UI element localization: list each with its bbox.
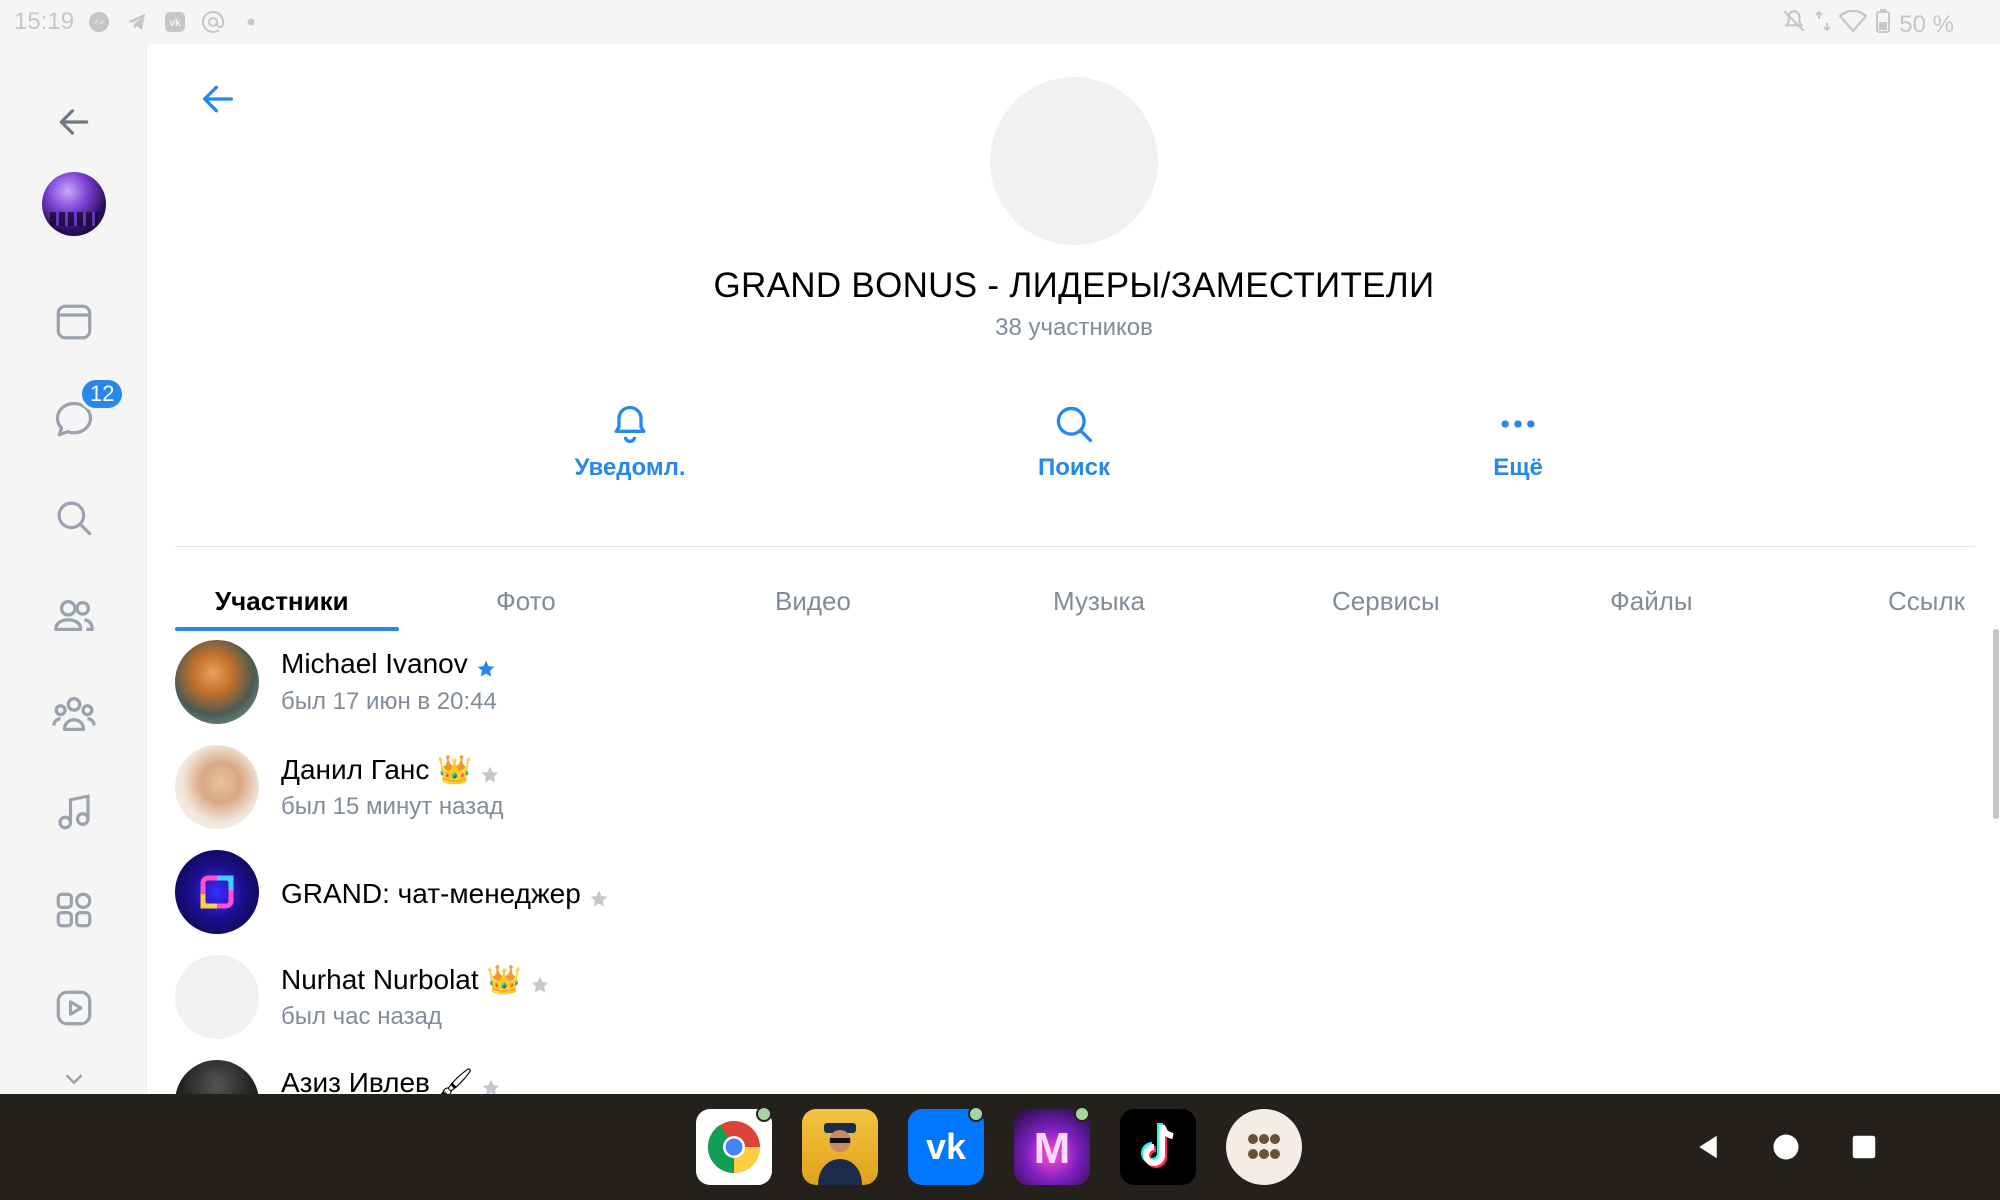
member-name-row: GRAND: чат-менеджер — [281, 878, 609, 910]
data-icon — [1815, 8, 1832, 41]
member-name-row: Данил Ганс 👑 — [281, 753, 500, 786]
avatar — [175, 745, 259, 829]
app-drawer-icon[interactable] — [1226, 1109, 1302, 1185]
feed-icon[interactable] — [48, 296, 100, 348]
at-icon — [200, 9, 226, 35]
telegram-icon — [124, 9, 150, 35]
more-icon[interactable] — [48, 1064, 100, 1094]
member-name: Michael Ivanov — [281, 648, 468, 679]
member-status: был 15 минут назад — [281, 793, 504, 820]
vk-icon: vk — [162, 9, 188, 35]
notification-dot — [1074, 1106, 1090, 1122]
sidebar: 12 — [0, 44, 147, 1094]
chat-info-panel: GRAND BONUS - ЛИДЕРЫ/ЗАМЕСТИТЕЛИ 38 учас… — [148, 44, 2000, 1094]
member-name: GRAND: чат-менеджер — [281, 878, 581, 909]
crown-emoji: 👑 — [437, 754, 473, 785]
admin-star-icon — [481, 1073, 501, 1094]
chat-member-count[interactable]: 38 участников — [148, 314, 2000, 342]
more-dots-icon — [1418, 398, 1618, 450]
video-icon[interactable] — [48, 982, 100, 1034]
member-row[interactable]: Nurhat Nurbolat 👑 был час назад — [175, 955, 1275, 1055]
tab-services[interactable]: Сервисы — [1332, 586, 1440, 617]
recents-nav-icon[interactable] — [1841, 1124, 1887, 1170]
search-button[interactable]: Поиск — [974, 398, 1174, 482]
status-right: 50 % — [1781, 8, 1954, 41]
battery-percent: 50 % — [1899, 10, 1954, 38]
member-name-row: Азиз Ивлев 🖌 — [281, 1066, 501, 1094]
avatar — [175, 1060, 259, 1094]
tab-files[interactable]: Файлы — [1610, 586, 1693, 617]
member-name-row: Michael Ivanov — [281, 648, 496, 680]
notifications-label: Уведомл. — [574, 454, 686, 481]
battery-icon — [1875, 8, 1891, 41]
svg-text:vk: vk — [170, 18, 182, 29]
status-time: 15:19 — [14, 8, 75, 35]
tab-photo[interactable]: Фото — [496, 586, 556, 617]
messenger-icon — [86, 9, 112, 35]
member-status: был 17 июн в 20:44 — [281, 688, 497, 715]
status-bar: 15:19 vk 50 % — [0, 0, 2000, 44]
tab-members[interactable]: Участники — [215, 586, 349, 617]
member-name: Nurhat Nurbolat — [281, 963, 479, 995]
wifi-icon — [1838, 8, 1868, 41]
more-label: Ещё — [1493, 454, 1543, 481]
system-navbar: vk M — [0, 1094, 2000, 1200]
scrollbar[interactable] — [1993, 629, 1999, 819]
crown-emoji: 👑 — [486, 964, 522, 995]
notification-dot — [756, 1106, 772, 1122]
avatar — [175, 640, 259, 724]
back-nav-icon[interactable] — [1685, 1124, 1731, 1170]
admin-star-icon — [589, 884, 609, 907]
more-button[interactable]: Ещё — [1418, 398, 1618, 482]
notification-dot — [968, 1106, 984, 1122]
avatar — [175, 955, 259, 1039]
member-name: Азиз Ивлев — [281, 1066, 430, 1095]
member-row[interactable]: Данил Ганс 👑 был 15 минут назад — [175, 745, 1275, 845]
avatar — [175, 850, 259, 934]
home-nav-icon[interactable] — [1763, 1124, 1809, 1170]
chat-avatar[interactable] — [990, 77, 1158, 245]
game-police-icon[interactable] — [802, 1109, 878, 1185]
admin-star-icon — [480, 760, 500, 783]
tab-links[interactable]: Ссылк — [1888, 586, 1965, 617]
member-row[interactable]: GRAND: чат-менеджер — [175, 850, 1275, 950]
tab-video[interactable]: Видео — [775, 586, 851, 617]
brush-emoji: 🖌 — [437, 1067, 474, 1094]
tab-music[interactable]: Музыка — [1053, 586, 1145, 617]
media-tabs: Участники Фото Видео Музыка Сервисы Файл… — [175, 574, 2000, 634]
dot-icon — [238, 9, 264, 35]
communities-icon[interactable] — [48, 688, 100, 740]
tiktok-icon[interactable] — [1120, 1109, 1196, 1185]
svg-text:vk: vk — [926, 1126, 967, 1167]
search-label: Поиск — [1037, 454, 1111, 481]
admin-star-icon — [476, 654, 496, 677]
search-icon[interactable] — [48, 492, 100, 544]
bell-icon — [530, 398, 730, 450]
dnd-icon — [1781, 8, 1807, 41]
svg-text:M: M — [1034, 1124, 1071, 1173]
messages-badge: 12 — [79, 377, 126, 411]
back-icon[interactable] — [48, 96, 100, 148]
notifications-button[interactable]: Уведомл. — [530, 398, 730, 482]
divider — [175, 546, 1975, 547]
admin-star-icon — [530, 970, 550, 993]
music-icon[interactable] — [48, 786, 100, 838]
member-row[interactable]: Азиз Ивлев 🖌 — [175, 1060, 1275, 1094]
grand-logo-icon — [200, 875, 234, 909]
member-name-row: Nurhat Nurbolat 👑 — [281, 963, 550, 996]
status-left: 15:19 vk — [14, 8, 264, 36]
active-tab-indicator — [175, 627, 399, 631]
profile-avatar[interactable] — [42, 172, 106, 236]
member-status: был час назад — [281, 1003, 442, 1030]
services-icon[interactable] — [48, 884, 100, 936]
member-name: Данил Ганс — [281, 753, 430, 785]
search-icon — [974, 398, 1174, 450]
friends-icon[interactable] — [48, 590, 100, 642]
chat-title: GRAND BONUS - ЛИДЕРЫ/ЗАМЕСТИТЕЛИ — [713, 266, 1435, 305]
member-row[interactable]: Michael Ivanov был 17 июн в 20:44 — [175, 640, 1275, 740]
back-button[interactable] — [188, 69, 248, 129]
